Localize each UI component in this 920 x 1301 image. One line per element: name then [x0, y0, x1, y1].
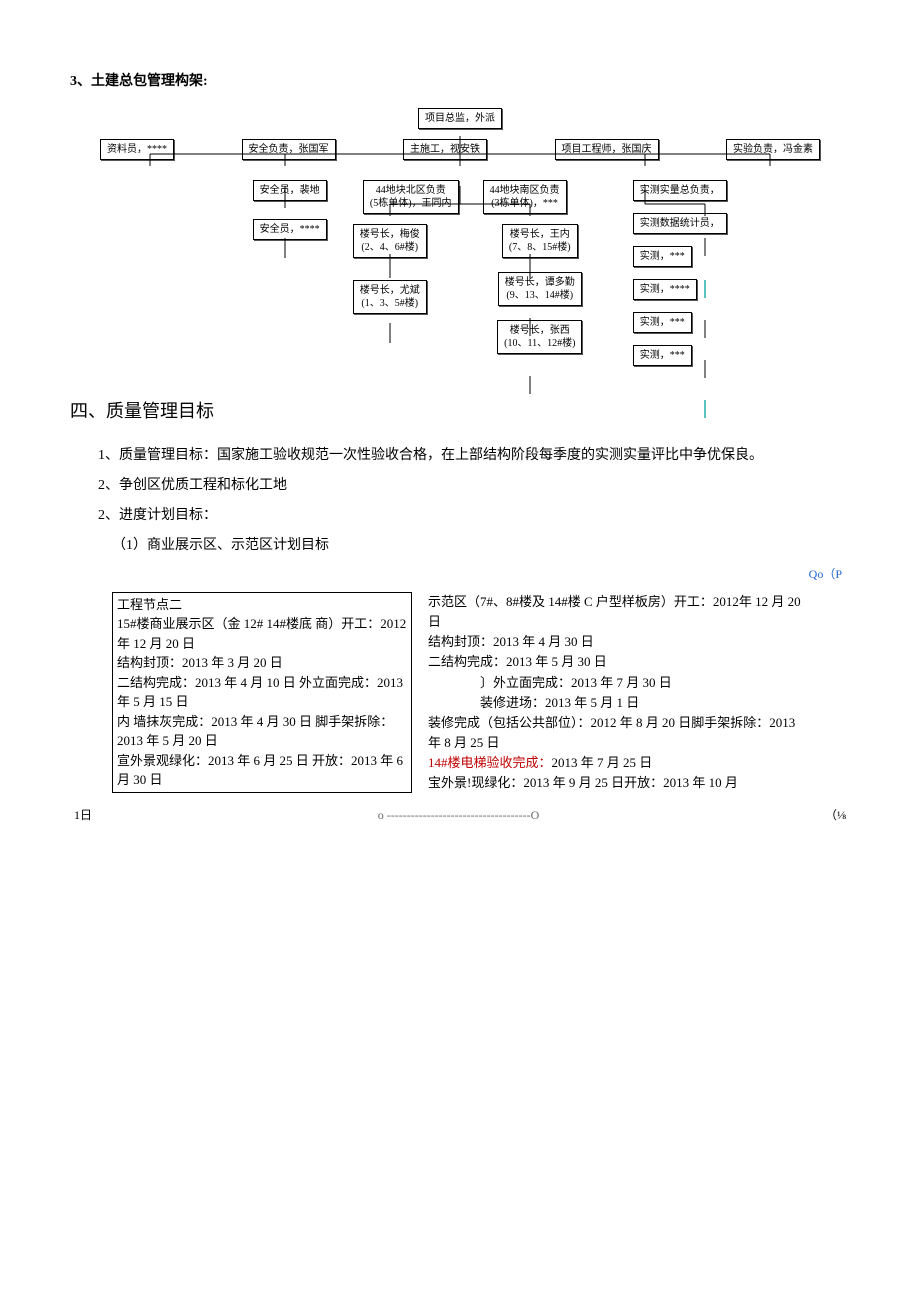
section4-title: 四、质量管理目标 — [70, 396, 850, 427]
page-footer: 1日 o -----------------------------------… — [70, 805, 850, 825]
org-top: 项目总监，外派 — [418, 108, 502, 129]
right-b-0: 装修完成（包括公共部位）：2012 年 8 月 20 日脚手架拆除：2013 年… — [428, 713, 808, 753]
org-chart: 项目总监，外派 资料员，**** 安全负责，张国军 主施工，视安铁 项目工程师，… — [90, 108, 830, 366]
org-row2-0: 资料员，**** — [100, 139, 174, 160]
schedule-left-box: 工程节点二 15#楼商业展示区（金 12# 14#楼底 商）开工：2012 年 … — [112, 592, 412, 793]
org-right-5: 实测，*** — [633, 345, 692, 366]
org-row2-3: 项目工程师，张国庆 — [555, 139, 659, 160]
para-sub1: （1）商业展示区、示范区计划目标 — [70, 534, 850, 558]
org-left-1: 安全员，**** — [253, 219, 327, 240]
right-indent-0: 〕外立面完成：2013 年 7 月 30 日 — [428, 673, 808, 693]
org-tl-right-2: 楼号长，张西 (10、11、12#楼) — [497, 320, 582, 354]
org-tl-left-0: 楼号长，梅俊 (2、4、6#楼) — [353, 224, 427, 258]
org-center-left: 44地块北区负责 (5栋单体)，王同内 — [363, 180, 459, 214]
left-line-2: 二结构完成：2013 年 4 月 10 日 外立面完成：2013 年 5 月 1… — [117, 673, 407, 712]
schedule-right-block: 示范区（7#、8#楼及 14#楼 C 户型样板房）开工：2012年 12 月 2… — [428, 592, 808, 793]
right-indent-1: 装修进场：2013 年 5 月 1 日 — [428, 693, 808, 713]
org-right-4: 实测，*** — [633, 312, 692, 333]
left-line-1: 结构封顶：2013 年 3 月 20 日 — [117, 653, 407, 673]
org-left-0: 安全员，裴地 — [253, 180, 327, 201]
qop-marker: Qo（P — [70, 564, 850, 584]
para-schedule-title: 2、进度计划目标： — [70, 504, 850, 528]
right-a-1: 结构封顶：2013 年 4 月 30 日 — [428, 632, 808, 652]
footer-left: 1日 — [74, 805, 92, 825]
left-box-title: 工程节点二 — [117, 595, 407, 615]
red-tail: 2013 年 7 月 25 日 — [552, 755, 653, 770]
org-row2-1: 安全负责，张国军 — [242, 139, 336, 160]
org-tl-right-1: 楼号长，谭多勤 (9、13、14#楼) — [498, 272, 582, 306]
left-line-3: 内 墙抹灰完成：2013 年 4 月 30 日 脚手架拆除：2013 年 5 月… — [117, 712, 407, 751]
org-right-2: 实测，*** — [633, 246, 692, 267]
org-right-1: 实测数据统计员， — [633, 213, 727, 234]
org-row2-4: 实验负责，冯金素 — [726, 139, 820, 160]
org-row2-2: 主施工，视安铁 — [403, 139, 487, 160]
footer-mid: o ------------------------------------O — [92, 805, 825, 825]
org-center-right: 44地块南区负责 (3栋单体)，*** — [483, 180, 567, 214]
left-line-4: 宣外景观绿化：2013 年 6 月 25 日 开放：2013 年 6 月 30 … — [117, 751, 407, 790]
right-c-0: 宝外景!现绿化：2013 年 9 月 25 日开放：2013 年 10 月 — [428, 773, 808, 793]
org-right-3: 实测，**** — [633, 279, 697, 300]
right-red-line: 14#楼电梯验收完成：2013 年 7 月 25 日 — [428, 753, 808, 773]
org-tl-right-0: 楼号长，王内 (7、8、15#楼) — [502, 224, 578, 258]
left-line-0: 15#楼商业展示区（金 12# 14#楼底 商）开工：2012 年 12 月 2… — [117, 614, 407, 653]
two-column-schedule: 工程节点二 15#楼商业展示区（金 12# 14#楼底 商）开工：2012 年 … — [70, 592, 850, 793]
org-tl-left-1: 楼号长，尤斌 (1、3、5#楼) — [353, 280, 427, 314]
para-quality-target: 1、质量管理目标：国家施工验收规范一次性验收合格，在上部结构阶段每季度的实测实量… — [70, 444, 850, 468]
footer-right: （⅛ — [825, 805, 846, 825]
org-right-0: 实测实量总负责， — [633, 180, 727, 201]
right-a-2: 二结构完成：2013 年 5 月 30 日 — [428, 652, 808, 672]
right-a-0: 示范区（7#、8#楼及 14#楼 C 户型样板房）开工：2012年 12 月 2… — [428, 592, 808, 632]
section3-title: 3、土建总包管理构架: — [70, 70, 850, 94]
red-text: 14#楼电梯验收完成： — [428, 755, 552, 770]
para-quality-award: 2、争创区优质工程和标化工地 — [70, 474, 850, 498]
